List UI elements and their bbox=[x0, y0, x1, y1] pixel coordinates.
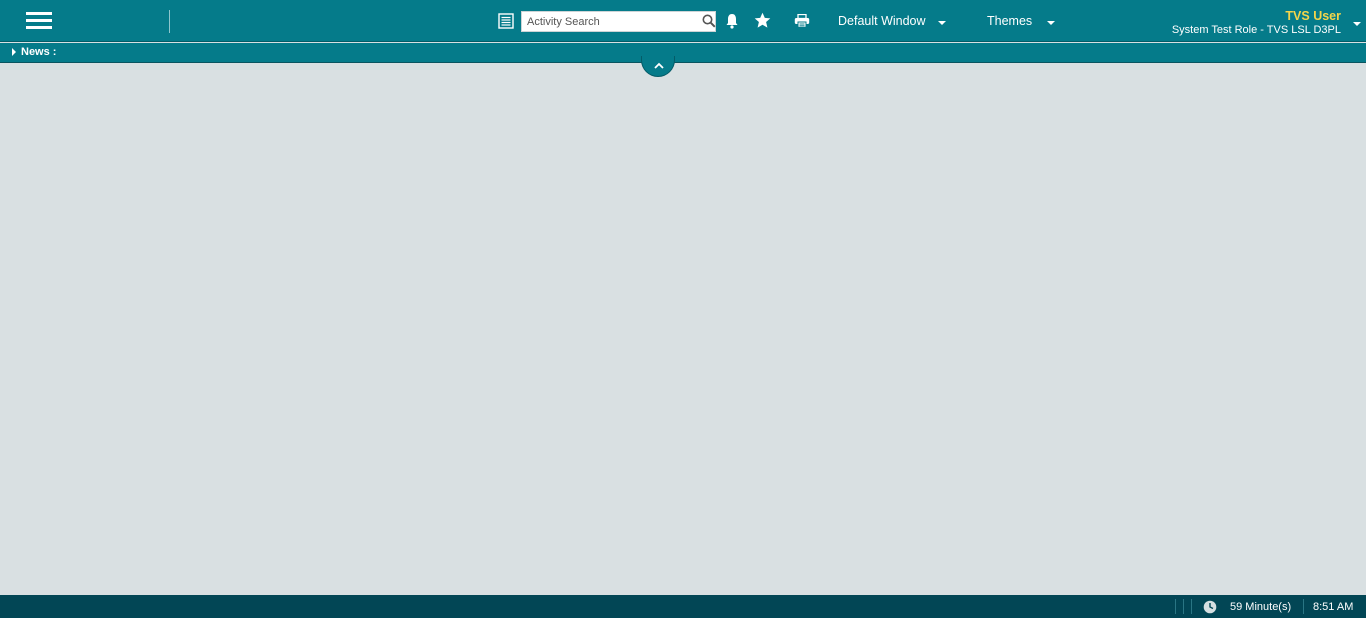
default-window-menu[interactable]: Default Window bbox=[838, 14, 926, 28]
status-footer: 59 Minute(s) 8:51 AM bbox=[0, 595, 1366, 618]
main-content-area bbox=[0, 64, 1366, 595]
star-icon[interactable] bbox=[754, 12, 771, 29]
session-timer: 59 Minute(s) bbox=[1230, 601, 1292, 613]
printer-icon[interactable] bbox=[794, 14, 810, 28]
themes-menu[interactable]: Themes bbox=[987, 14, 1032, 28]
chevron-up-icon bbox=[654, 62, 664, 69]
top-header: Default Window Themes TVS User System Te… bbox=[0, 0, 1366, 42]
user-name[interactable]: TVS User bbox=[1285, 9, 1341, 23]
footer-divider bbox=[1183, 599, 1184, 614]
news-label[interactable]: News : bbox=[21, 46, 56, 58]
clock-icon bbox=[1203, 600, 1217, 614]
themes-chevron-down-icon[interactable] bbox=[1047, 21, 1055, 25]
news-bar: News : bbox=[0, 43, 1366, 63]
user-menu-chevron-down-icon[interactable] bbox=[1353, 22, 1361, 26]
news-expand-icon[interactable] bbox=[12, 48, 16, 56]
search-icon[interactable] bbox=[702, 14, 716, 28]
default-window-chevron-down-icon[interactable] bbox=[938, 21, 946, 25]
list-icon[interactable] bbox=[498, 13, 514, 29]
activity-search-box[interactable] bbox=[521, 11, 716, 32]
menu-icon[interactable] bbox=[26, 11, 54, 31]
header-divider bbox=[169, 10, 170, 33]
footer-divider bbox=[1191, 599, 1192, 614]
activity-search-input[interactable] bbox=[522, 12, 698, 31]
footer-divider bbox=[1175, 599, 1176, 614]
footer-divider bbox=[1303, 599, 1304, 614]
user-role: System Test Role - TVS LSL D3PL bbox=[1171, 24, 1341, 36]
bell-icon[interactable] bbox=[725, 13, 739, 29]
clock-time: 8:51 AM bbox=[1313, 601, 1354, 613]
